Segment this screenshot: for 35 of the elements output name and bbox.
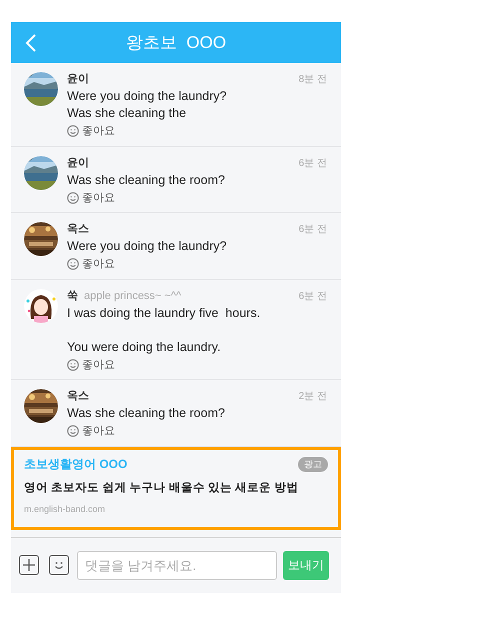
timestamp: 6분 전 <box>298 156 327 170</box>
like-button[interactable]: 좋아요 <box>67 123 115 140</box>
ad-title: 초보생활영어 OOO <box>24 456 128 472</box>
comment-text: Was she cleaning the room? <box>67 172 226 188</box>
author-name: 쑥 <box>67 288 78 304</box>
smiley-icon <box>67 125 79 138</box>
timestamp: 6분 전 <box>298 290 327 304</box>
ad-headline: 영어 초보자도 쉽게 누구나 배울수 있는 새로운 방법 <box>24 480 298 496</box>
author-name: 윤이 <box>67 156 89 171</box>
like-button[interactable]: 좋아요 <box>67 423 115 440</box>
like-button[interactable]: 좋아요 <box>67 190 115 206</box>
smiley-icon <box>67 358 79 371</box>
author-name: 옥스 <box>67 389 89 404</box>
author-name: 옥스 <box>67 222 89 238</box>
emoji-icon[interactable] <box>49 555 69 576</box>
ad-url: m.english-band.com <box>24 502 106 516</box>
ad-card[interactable]: 초보생활영어 OOO 광고 영어 초보자도 쉽게 누구나 배울수 있는 새로운 방법 m.english-band.com <box>11 446 341 530</box>
add-icon[interactable] <box>19 555 39 576</box>
timestamp: 8분 전 <box>298 73 327 87</box>
like-button[interactable]: 좋아요 <box>67 356 115 373</box>
smiley-icon <box>67 258 79 270</box>
comment-input[interactable]: 댓글을 남겨주세요. <box>77 550 277 580</box>
comment-text: Were you doing the laundry? <box>67 238 228 255</box>
author-status: apple princess~ ~^^ <box>84 288 182 304</box>
author-name: 윤이 <box>67 72 89 88</box>
like-button[interactable]: 좋아요 <box>67 256 115 272</box>
smiley-icon <box>67 192 79 204</box>
timestamp: 6분 전 <box>298 223 327 237</box>
ad-badge: 광고 <box>298 456 328 472</box>
comment-text: Were you doing the laundry? Was she cleaning the <box>67 88 228 122</box>
timestamp: 2분 전 <box>298 390 327 404</box>
comment-text: Was she cleaning the room? <box>67 405 226 422</box>
chat-title: 왕초보 OOO <box>126 32 226 54</box>
smiley-icon <box>67 425 79 438</box>
comment-text: I was doing the laundry five hours. You were doing the laundry. <box>67 304 262 356</box>
